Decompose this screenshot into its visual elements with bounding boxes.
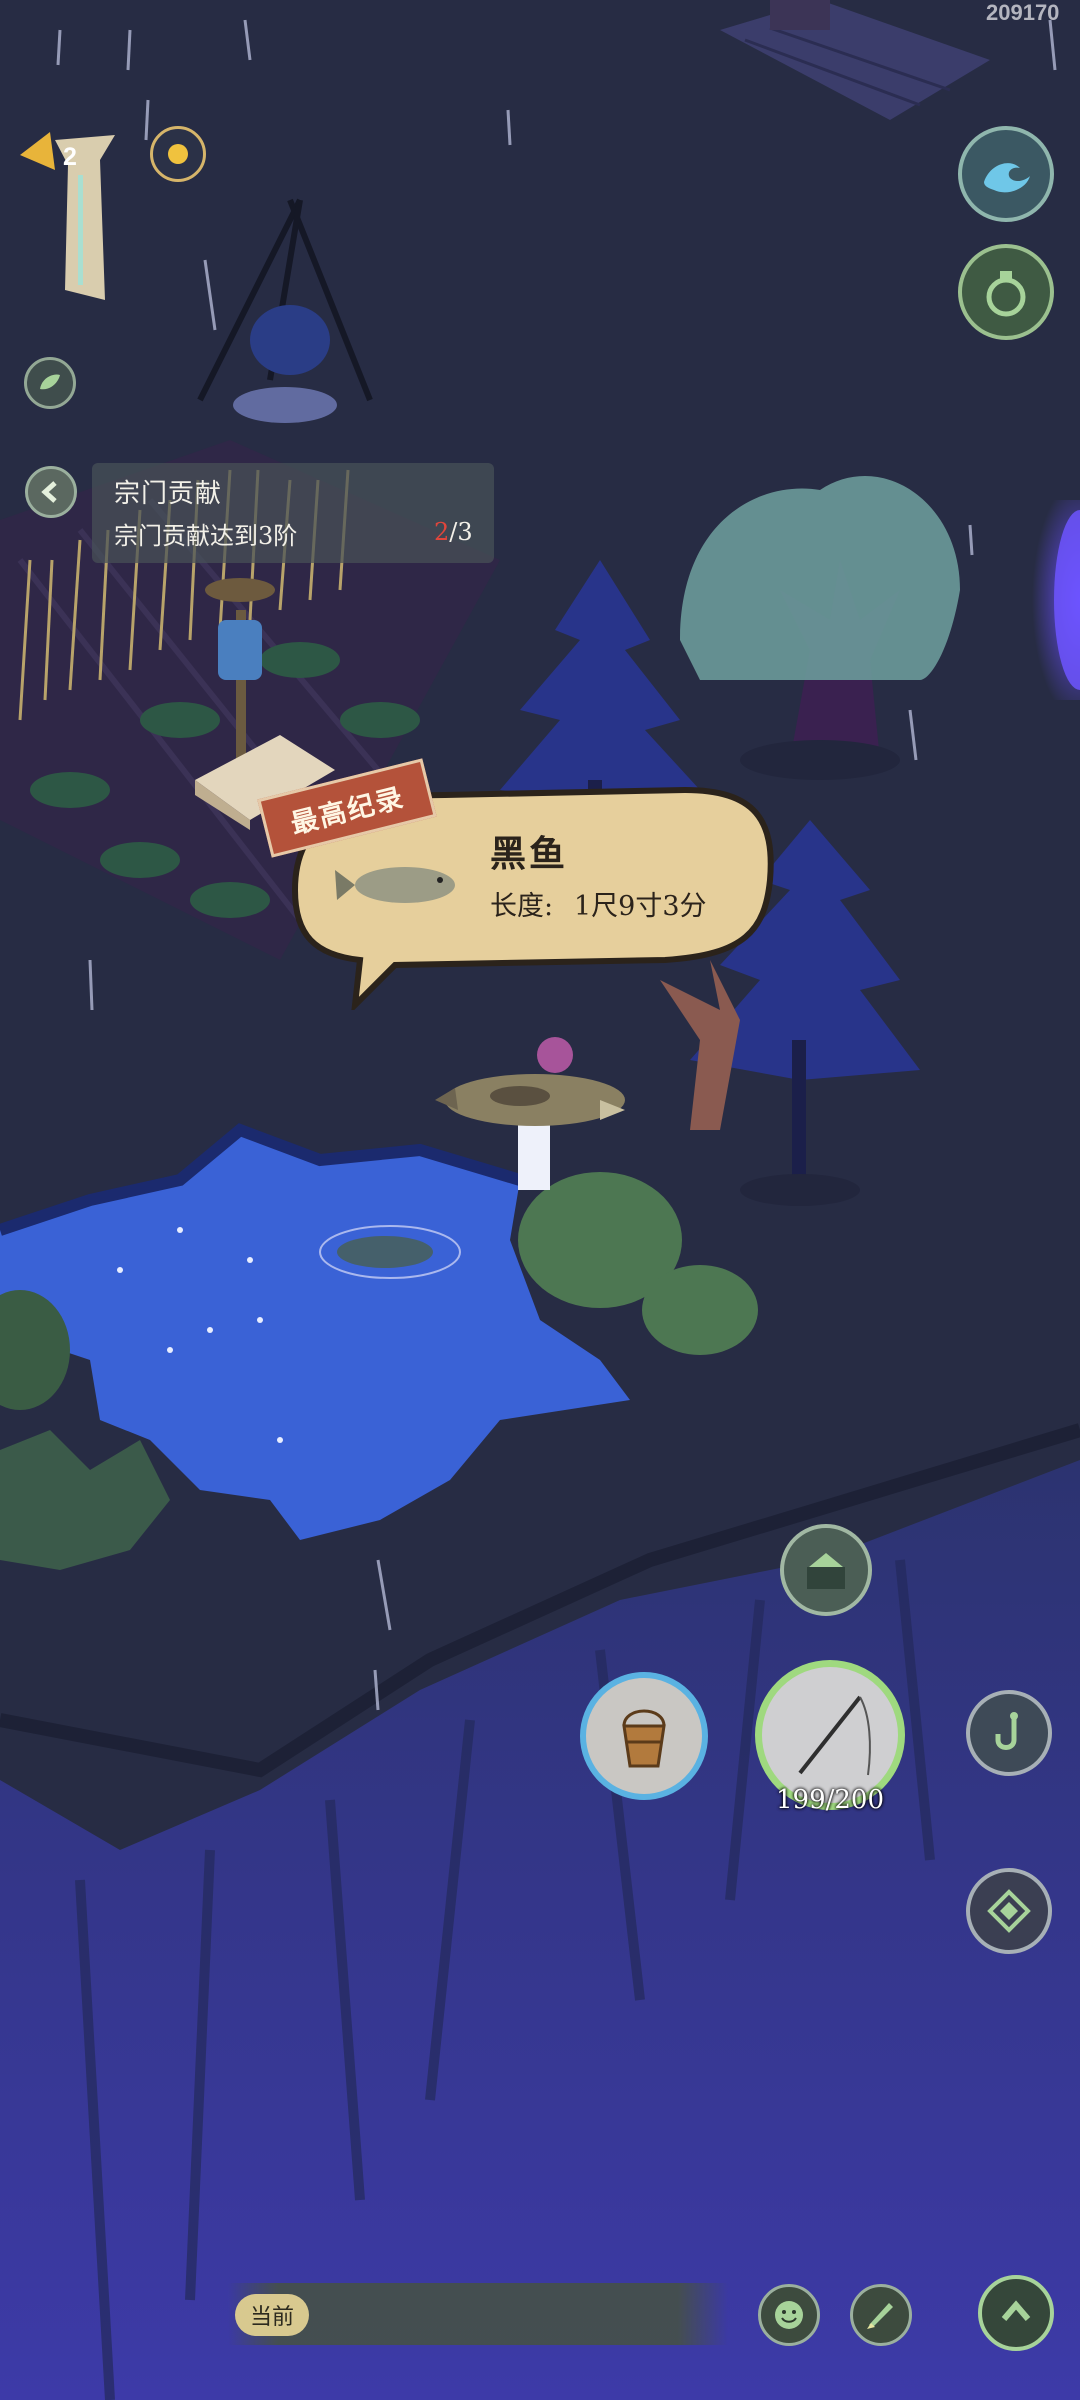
fish-length-label: 长度: (490, 891, 554, 922)
leaf-icon[interactable] (24, 357, 76, 409)
smiley-icon (775, 2301, 803, 2329)
tackle-box-button[interactable] (780, 1524, 872, 1616)
gourd-bag-button[interactable] (958, 244, 1054, 340)
chevron-left-icon (41, 481, 57, 503)
fish-length-value: 1尺9寸3分 (574, 891, 707, 922)
hook-icon (995, 1712, 1018, 1750)
fish-name: 黑鱼 (490, 833, 569, 875)
player-level: 2 (63, 143, 77, 171)
chat-channel-tag[interactable]: 当前 (235, 2294, 309, 2336)
quest-progress-total: /3 (449, 518, 473, 546)
chevron-up-icon (1001, 2300, 1031, 2321)
gourd-icon (986, 271, 1026, 317)
wave-skill-button[interactable] (958, 126, 1054, 222)
frame-counter: 209170 (986, 0, 1060, 25)
rod-durability: 199/200 (775, 1785, 884, 1815)
send-button[interactable] (850, 2284, 912, 2346)
wave-icon (984, 163, 1030, 193)
compass-icon (987, 1889, 1031, 1933)
emoji-button[interactable] (758, 2284, 820, 2346)
quest-description: 宗门贡献达到3阶 (114, 522, 298, 550)
sun-icon[interactable] (150, 126, 206, 182)
compass-button[interactable] (966, 1868, 1052, 1954)
hook-button[interactable] (966, 1690, 1052, 1776)
game-screen: 209170 2 宗门贡献 宗门贡献达到3阶 2/3 最高纪录 黑鱼 长度: 1… (0, 0, 1080, 2400)
quest-progress-current: 2 (434, 518, 450, 546)
bait-bucket-button[interactable] (580, 1672, 708, 1800)
game-world-scene (0, 0, 1080, 2400)
quest-progress: 2/3 (434, 518, 473, 546)
quest-title: 宗门贡献 (114, 479, 223, 509)
expand-menu-button[interactable] (978, 2275, 1054, 2351)
tackle-box-icon (807, 1553, 845, 1589)
fishing-rod-icon (798, 1695, 871, 1776)
quest-collapse-button[interactable] (25, 466, 77, 518)
bucket-icon (622, 1709, 666, 1768)
brush-icon (867, 2303, 893, 2329)
